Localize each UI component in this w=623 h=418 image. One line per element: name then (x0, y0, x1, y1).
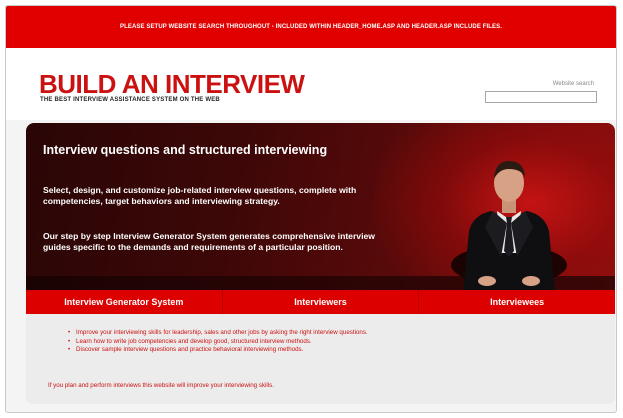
site-logo-title[interactable]: BUILD AN INTERVIEW (39, 71, 305, 97)
setup-notice-banner: PLEASE SETUP WEBSITE SEARCH THROUGHOUT -… (6, 6, 616, 48)
tab-interviewers[interactable]: Interviewers (223, 290, 420, 314)
list-item: Learn how to write job competencies and … (68, 338, 368, 347)
setup-notice-text: PLEASE SETUP WEBSITE SEARCH THROUGHOUT -… (119, 24, 502, 30)
site-header: BUILD AN INTERVIEW THE BEST INTERVIEW AS… (6, 48, 616, 120)
hero-banner: Interview questions and structured inter… (26, 123, 615, 290)
tab-interviewees[interactable]: Interviewees (419, 290, 615, 314)
hero-paragraph-2: Our step by step Interview Generator Sys… (43, 231, 375, 252)
list-item: Discover sample interview questions and … (68, 346, 368, 355)
closing-statement: If you plan and perform interviews this … (48, 382, 274, 389)
site-tagline: THE BEST INTERVIEW ASSISTANCE SYSTEM ON … (40, 97, 220, 103)
hero-title: Interview questions and structured inter… (43, 143, 328, 157)
businessman-photo (451, 161, 567, 290)
search-label: Website search (552, 81, 594, 87)
website-search-input[interactable] (485, 91, 597, 103)
page-frame: PLEASE SETUP WEBSITE SEARCH THROUGHOUT -… (5, 5, 617, 413)
section-tabs: Interview Generator System Interviewers … (26, 290, 615, 314)
intro-content: Improve your interviewing skills for lea… (26, 314, 615, 404)
list-item: Improve your interviewing skills for lea… (68, 329, 368, 338)
tab-interview-generator-system[interactable]: Interview Generator System (26, 290, 223, 314)
hero-paragraph-1: Select, design, and customize job-relate… (43, 185, 357, 206)
benefit-list: Improve your interviewing skills for lea… (68, 329, 368, 355)
